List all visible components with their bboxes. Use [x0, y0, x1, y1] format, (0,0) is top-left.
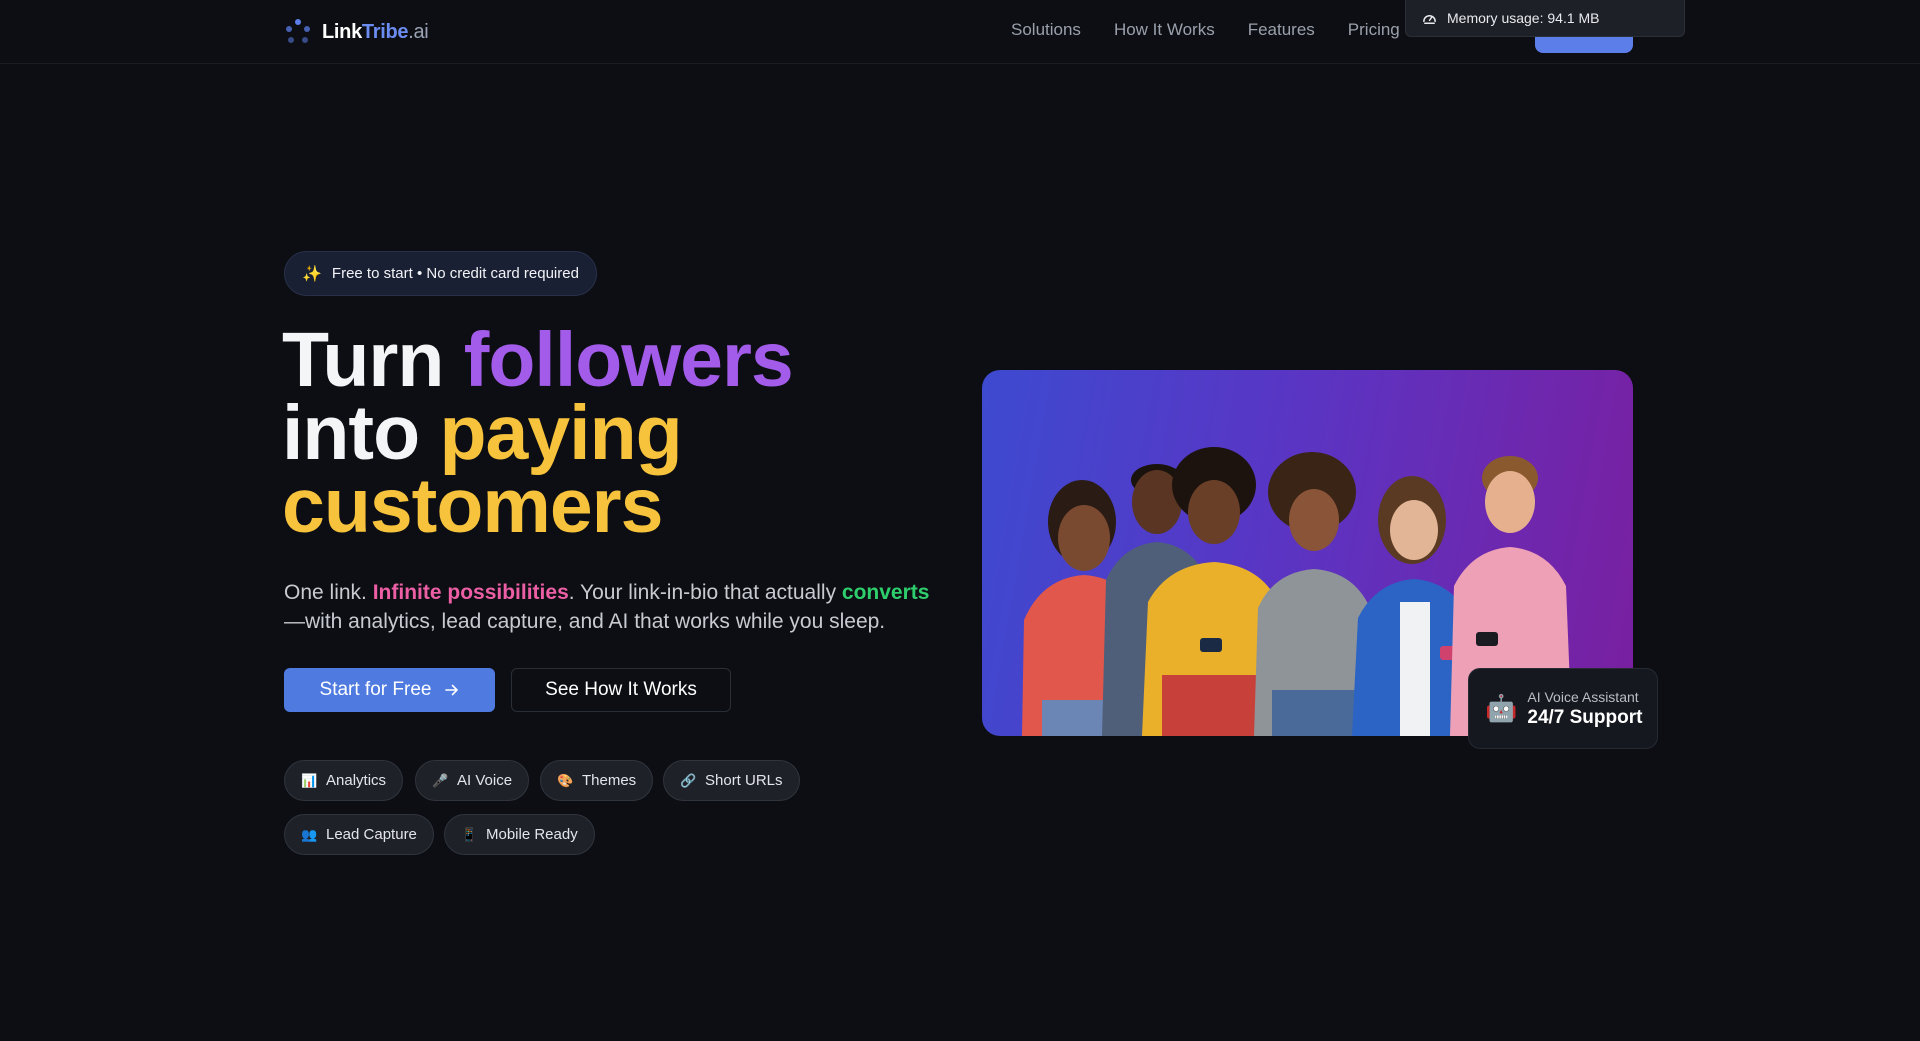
- feature-pill-ai-voice[interactable]: 🎤 AI Voice: [415, 760, 530, 801]
- gauge-icon: [1423, 14, 1436, 24]
- hero-subtitle: One link. Infinite possibilities. Your l…: [284, 581, 930, 633]
- arrow-right-icon: [445, 684, 459, 696]
- logo[interactable]: LinkTribe.ai: [284, 18, 429, 46]
- feature-pill-analytics[interactable]: 📊 Analytics: [284, 760, 404, 801]
- robot-icon: 🤖: [1485, 693, 1518, 723]
- badge-text: Free to start • No credit card required: [331, 265, 579, 282]
- logo-text: LinkTribe.ai: [322, 20, 429, 43]
- voice-card-value: 24/7 Support: [1527, 706, 1643, 728]
- main-nav: Solutions How It Works Features Pricing: [1011, 20, 1400, 40]
- sparkles-icon: ✨: [302, 265, 322, 283]
- voice-card-label: AI Voice Assistant: [1527, 688, 1639, 705]
- microphone-icon: 🎤: [432, 772, 449, 788]
- start-for-free-button[interactable]: Start for Free: [284, 668, 495, 712]
- palette-icon: 🎨: [557, 772, 574, 788]
- memory-usage-tooltip: Memory usage: 94.1 MB: [1405, 0, 1685, 37]
- feature-pill-themes[interactable]: 🎨 Themes: [540, 760, 654, 801]
- nav-features[interactable]: Features: [1248, 20, 1315, 40]
- free-badge: ✨ Free to start • No credit card require…: [284, 251, 597, 296]
- link-icon: 🔗: [680, 772, 697, 788]
- memory-usage-text: Memory usage: 94.1 MB: [1447, 10, 1600, 26]
- voice-card-text: AI Voice Assistant 24/7 Support: [1527, 689, 1642, 729]
- logo-icon: [284, 18, 312, 46]
- users-icon: 👥: [301, 826, 318, 842]
- feature-pill-short-urls[interactable]: 🔗 Short URLs: [663, 760, 800, 801]
- nav-solutions[interactable]: Solutions: [1011, 20, 1081, 40]
- feature-pill-lead-capture[interactable]: 👥 Lead Capture: [284, 814, 434, 855]
- bar-chart-icon: 📊: [301, 772, 318, 788]
- see-how-it-works-button[interactable]: See How It Works: [511, 668, 731, 712]
- hero-headline: Turn followers into paying customers: [282, 317, 794, 549]
- nav-how-it-works[interactable]: How It Works: [1114, 20, 1215, 40]
- nav-pricing[interactable]: Pricing: [1348, 20, 1400, 40]
- mobile-icon: 📱: [461, 826, 478, 842]
- ai-voice-assistant-card: 🤖 AI Voice Assistant 24/7 Support: [1468, 668, 1658, 749]
- feature-pill-mobile-ready[interactable]: 📱 Mobile Ready: [444, 814, 595, 855]
